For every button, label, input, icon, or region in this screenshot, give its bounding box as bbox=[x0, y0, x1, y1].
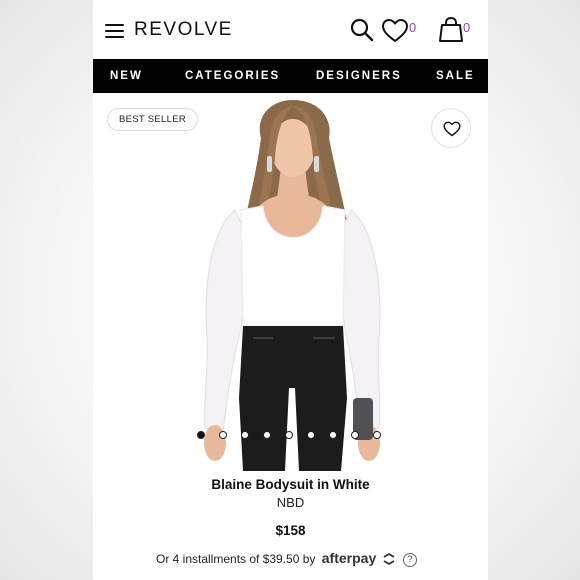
menu-icon[interactable] bbox=[105, 24, 124, 38]
carousel-dot[interactable] bbox=[263, 431, 271, 439]
product-price: $158 bbox=[275, 523, 306, 538]
main-nav: NEW CATEGORIES DESIGNERS SALE bbox=[93, 59, 488, 93]
afterpay-label[interactable]: afterpay bbox=[322, 550, 376, 566]
carousel-dot[interactable] bbox=[329, 431, 337, 439]
product-model-image bbox=[204, 100, 381, 471]
search-icon[interactable] bbox=[349, 17, 375, 43]
carousel-dot[interactable] bbox=[219, 431, 227, 439]
product-title: Blaine Bodysuit in White bbox=[211, 477, 370, 492]
nav-item-categories[interactable]: CATEGORIES bbox=[185, 70, 280, 82]
bag-count: 0 bbox=[463, 20, 471, 35]
top-bar: REVOLVE 0 0 bbox=[93, 0, 488, 59]
installments-text: Or 4 installments of $39.50 by bbox=[156, 552, 316, 566]
carousel-dot[interactable] bbox=[285, 431, 293, 439]
carousel-dot[interactable] bbox=[373, 431, 381, 439]
nav-item-designers[interactable]: DESIGNERS bbox=[316, 70, 402, 82]
logo[interactable]: REVOLVE bbox=[134, 19, 233, 41]
favorite-button[interactable] bbox=[431, 108, 471, 148]
help-icon[interactable]: ? bbox=[402, 553, 417, 567]
carousel-dot[interactable] bbox=[197, 431, 205, 439]
wishlist-heart-icon[interactable] bbox=[381, 18, 409, 44]
product-page: REVOLVE 0 0 NEW CATEGORIES DESIGNERS SAL… bbox=[93, 0, 488, 580]
product-image-gallery[interactable]: BEST SELLER bbox=[93, 93, 488, 471]
nav-item-new[interactable]: NEW bbox=[110, 70, 143, 82]
wishlist-count: 0 bbox=[409, 20, 417, 35]
installments-info: Or 4 installments of $39.50 by afterpay … bbox=[156, 550, 417, 567]
nav-item-sale[interactable]: SALE bbox=[436, 70, 475, 82]
carousel-dot[interactable] bbox=[307, 431, 315, 439]
product-brand[interactable]: NBD bbox=[93, 495, 488, 510]
carousel-dot[interactable] bbox=[241, 431, 249, 439]
heart-outline-icon bbox=[443, 121, 461, 137]
shopping-bag-icon[interactable] bbox=[438, 16, 464, 44]
carousel-dot[interactable] bbox=[351, 431, 359, 439]
afterpay-logo-icon bbox=[383, 553, 395, 565]
